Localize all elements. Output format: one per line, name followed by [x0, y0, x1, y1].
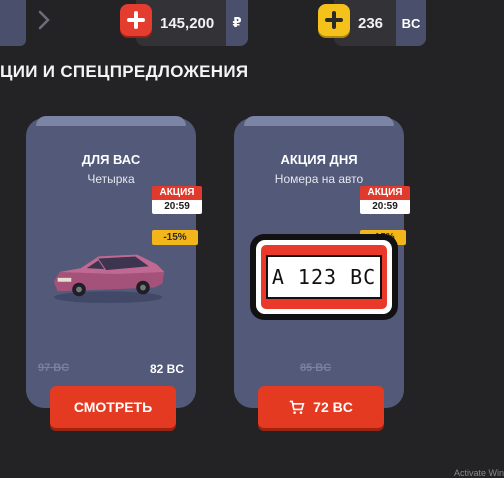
- bc-amount: 236: [358, 14, 384, 32]
- buy-plate-button[interactable]: 72 BC: [258, 386, 384, 428]
- view-button-label: СМОТРЕТЬ: [73, 399, 153, 415]
- promo-tag: АКЦИЯ 20:59: [360, 186, 410, 214]
- card-subtitle: Четырка: [87, 172, 135, 186]
- plus-icon: [325, 11, 343, 29]
- promo-timer: 20:59: [152, 200, 202, 214]
- license-plate-image: A 123 BC: [250, 234, 398, 320]
- promo-label: АКЦИЯ: [152, 186, 202, 200]
- card-title: ДЛЯ ВАС: [81, 152, 141, 167]
- new-price: 82 BC: [149, 362, 184, 376]
- card-top-strip: [244, 116, 394, 126]
- plate-frame: A 123 BC: [256, 240, 392, 314]
- rubles-unit: ₽: [226, 0, 248, 46]
- bc-unit: BC: [396, 0, 426, 46]
- card-subtitle: Номера на авто: [274, 172, 364, 186]
- old-price: 97 BC: [38, 362, 70, 374]
- old-price: 85 BC: [300, 362, 332, 374]
- add-bc-button[interactable]: [318, 4, 350, 36]
- plate-face: A 123 BC: [266, 255, 382, 299]
- rubles-amount: 145,200: [160, 14, 215, 32]
- card-title: АКЦИЯ ДНЯ: [280, 152, 358, 167]
- car-image: [53, 254, 165, 304]
- topbar-left-tab[interactable]: [0, 0, 26, 46]
- cart-icon: [289, 400, 305, 414]
- plus-icon: [127, 11, 145, 29]
- section-title: ЦИИ И СПЕЦПРЕДЛОЖЕНИЯ: [0, 62, 249, 81]
- promo-label: АКЦИЯ: [360, 186, 410, 200]
- offer-card-deal-of-day[interactable]: АКЦИЯ ДНЯ Номера на авто АКЦИЯ 20:59 -15…: [234, 116, 410, 408]
- view-button[interactable]: СМОТРЕТЬ: [50, 386, 176, 428]
- promo-tag: АКЦИЯ 20:59: [152, 186, 202, 214]
- card-top-strip: [36, 116, 186, 126]
- add-rubles-button[interactable]: [120, 4, 152, 36]
- promo-timer: 20:59: [360, 200, 410, 214]
- rubles-balance: 145,200 ₽: [136, 0, 248, 46]
- buy-price-label: 72 BC: [313, 399, 353, 415]
- plate-text: A 123 BC: [271, 265, 377, 289]
- plate-red-border: A 123 BC: [261, 245, 387, 309]
- chevron-right-icon[interactable]: [34, 8, 54, 32]
- offer-card-for-you[interactable]: ДЛЯ ВАС Четырка АКЦИЯ 20:59 -15% 97 BC 8…: [26, 116, 202, 408]
